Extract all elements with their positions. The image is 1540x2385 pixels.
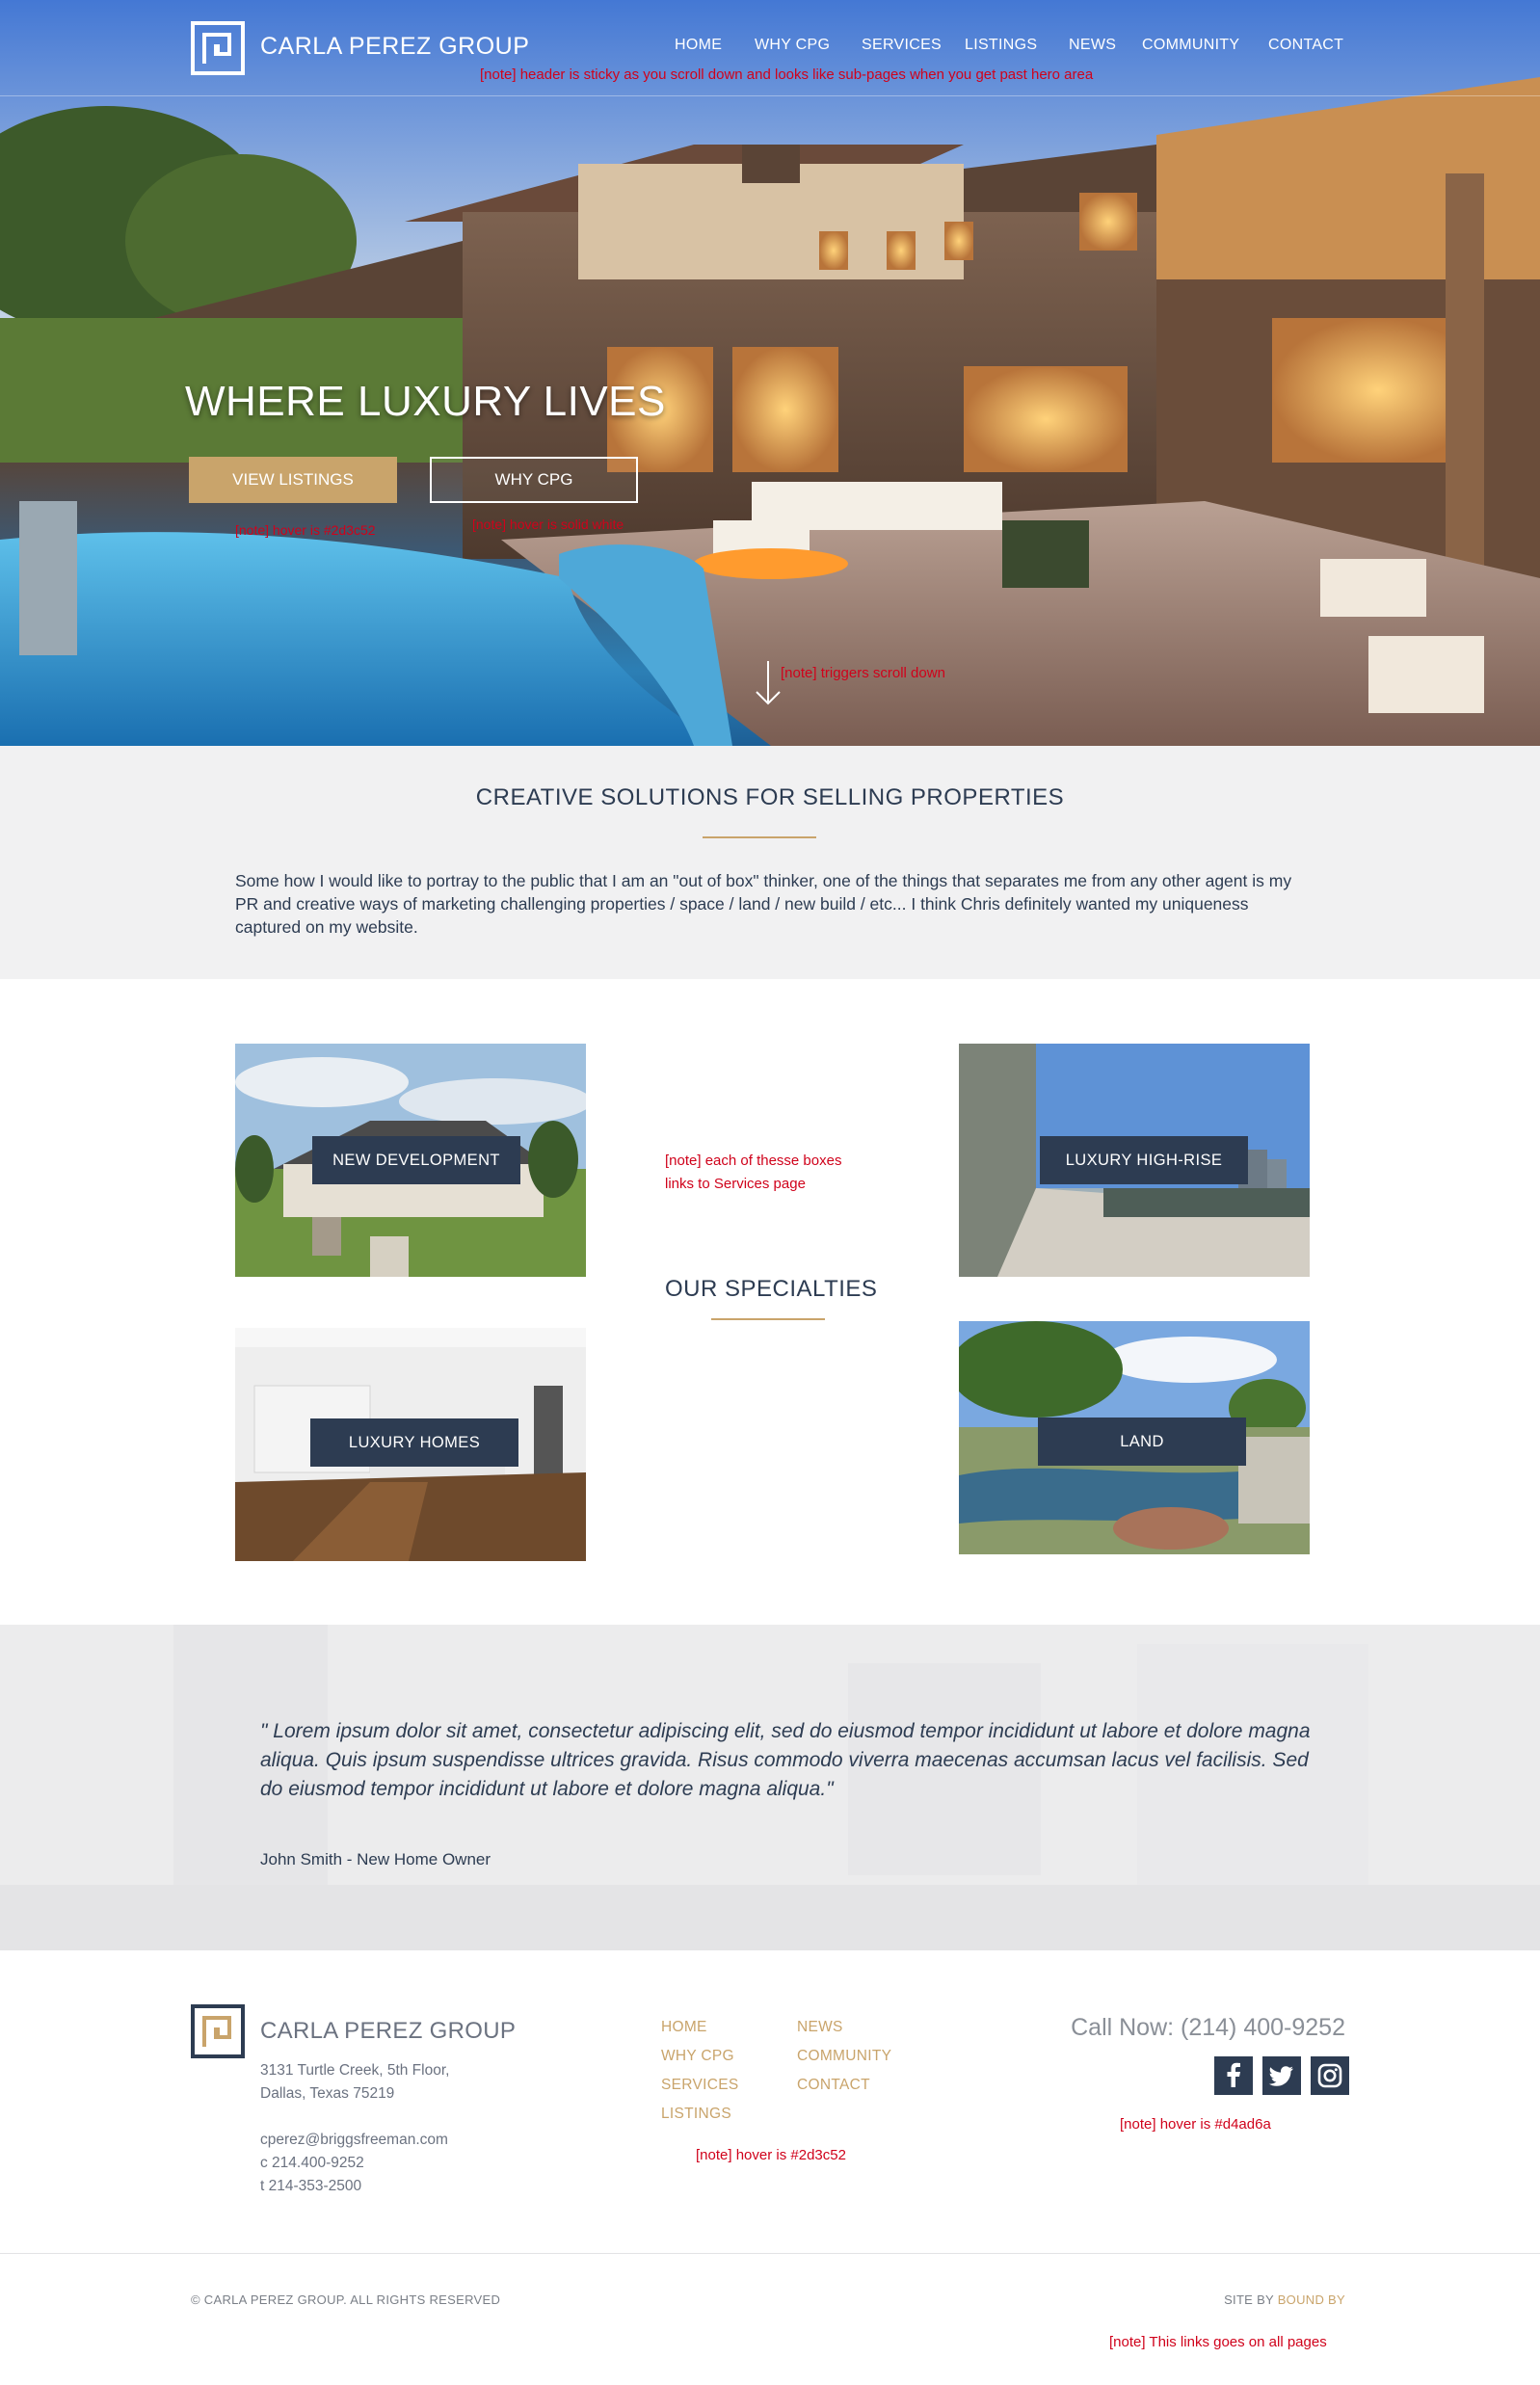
testimonial-quote: " Lorem ipsum dolor sit amet, consectetu… [260, 1720, 1311, 1800]
scroll-down-arrow-icon[interactable] [754, 659, 783, 707]
card-label-land: LAND [1038, 1418, 1246, 1466]
creative-section: CREATIVE SOLUTIONS FOR SELLING PROPERTIE… [0, 746, 1540, 979]
footer-link-why-cpg[interactable]: WHY CPG [661, 2048, 734, 2065]
instagram-glyph-icon [1317, 2063, 1342, 2088]
card-land[interactable]: LAND [959, 1321, 1310, 1554]
testimonial-section: " Lorem ipsum dolor sit amet, consectetu… [0, 1625, 1540, 1950]
site-by-prefix: SITE BY [1224, 2292, 1278, 2307]
card-label-luxury-homes: LUXURY HOMES [310, 1418, 518, 1467]
footer-divider [0, 2253, 1540, 2254]
why-hover-note: [note] hover is solid white [472, 517, 624, 532]
card-label-new-development: NEW DEVELOPMENT [312, 1136, 520, 1184]
nav-why-cpg[interactable]: WHY CPG [755, 37, 830, 54]
page: CARLA PEREZ GROUP HOME WHY CPG SERVICES … [0, 0, 1540, 2385]
hero-title: WHERE LUXURY LIVES [185, 378, 666, 425]
twitter-glyph-icon [1268, 2066, 1293, 2086]
scroll-note: [note] triggers scroll down [781, 665, 945, 681]
footer-phone[interactable]: t 214-353-2500 [260, 2178, 361, 2195]
footer-cell[interactable]: c 214.400-9252 [260, 2155, 364, 2172]
footer-link-services[interactable]: SERVICES [661, 2077, 739, 2094]
bound-by-link[interactable]: BOUND BY [1278, 2292, 1345, 2307]
footer-link-community[interactable]: COMMUNITY [797, 2048, 891, 2065]
nav-home[interactable]: HOME [675, 37, 722, 54]
listings-hover-note: [note] hover is #2d3c52 [235, 522, 376, 538]
creative-body: Some how I would like to portray to the … [235, 871, 1292, 937]
footer-brand[interactable]: CARLA PEREZ GROUP [260, 2018, 516, 2045]
card-luxury-homes[interactable]: LUXURY HOMES [235, 1328, 586, 1561]
footer-address-line2: Dallas, Texas 75219 [260, 2085, 395, 2102]
footer-link-listings[interactable]: LISTINGS [661, 2106, 731, 2123]
creative-divider [703, 836, 816, 838]
card-new-development[interactable]: NEW DEVELOPMENT [235, 1044, 586, 1277]
hero-house-image [0, 0, 1540, 746]
footer-logo-mark-icon[interactable] [191, 2004, 245, 2058]
hero-section: CARLA PEREZ GROUP HOME WHY CPG SERVICES … [0, 0, 1540, 746]
site-by: SITE BY BOUND BY [1224, 2292, 1345, 2307]
footer-link-news[interactable]: NEWS [797, 2019, 843, 2036]
nav-listings[interactable]: LISTINGS [965, 37, 1037, 54]
footer-link-home[interactable]: HOME [661, 2019, 707, 2036]
facebook-icon[interactable] [1214, 2056, 1253, 2095]
specialties-note-line1: [note] each of thesse boxes [665, 1153, 842, 1169]
card-label-luxury-high-rise: LUXURY HIGH-RISE [1040, 1136, 1248, 1184]
twitter-icon[interactable] [1262, 2056, 1301, 2095]
specialties-divider [711, 1318, 825, 1320]
footer-address-line1: 3131 Turtle Creek, 5th Floor, [260, 2062, 450, 2079]
nav-news[interactable]: NEWS [1069, 37, 1116, 54]
view-listings-button[interactable]: VIEW LISTINGS [189, 457, 397, 503]
footer-links-note: [note] hover is #2d3c52 [696, 2147, 846, 2163]
main-nav: HOME WHY CPG SERVICES LISTINGS NEWS COMM… [0, 37, 1540, 60]
footer-email[interactable]: cperez@briggsfreeman.com [260, 2132, 448, 2149]
instagram-icon[interactable] [1311, 2056, 1349, 2095]
site-by-note: [note] This links goes on all pages [1109, 2334, 1327, 2350]
copyright: © CARLA PEREZ GROUP. ALL RIGHTS RESERVED [191, 2292, 501, 2307]
why-cpg-button[interactable]: WHY CPG [430, 457, 638, 503]
testimonial-author: John Smith - New Home Owner [260, 1850, 491, 1868]
specialties-title: OUR SPECIALTIES [665, 1276, 878, 1302]
header-note: [note] header is sticky as you scroll do… [480, 66, 1094, 83]
footer-link-contact[interactable]: CONTACT [797, 2077, 870, 2094]
site-header: CARLA PEREZ GROUP HOME WHY CPG SERVICES … [0, 0, 1540, 96]
social-hover-note: [note] hover is #d4ad6a [1120, 2116, 1271, 2133]
specialties-note-line2: links to Services page [665, 1176, 806, 1192]
nav-services[interactable]: SERVICES [862, 37, 942, 54]
nav-community[interactable]: COMMUNITY [1142, 37, 1239, 54]
creative-title: CREATIVE SOLUTIONS FOR SELLING PROPERTIE… [475, 784, 1065, 810]
call-now[interactable]: Call Now: (214) 400-9252 [1071, 2014, 1345, 2042]
facebook-glyph-icon [1227, 2062, 1240, 2087]
card-luxury-high-rise[interactable]: LUXURY HIGH-RISE [959, 1044, 1310, 1277]
nav-contact[interactable]: CONTACT [1268, 37, 1343, 54]
